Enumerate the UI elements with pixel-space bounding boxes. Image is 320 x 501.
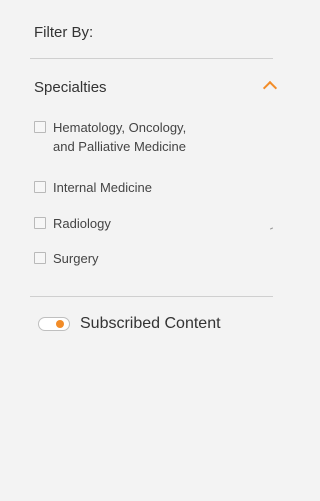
chevron-up-icon[interactable] bbox=[262, 80, 278, 96]
subscribed-content-label: Subscribed Content bbox=[80, 315, 221, 332]
specialties-list: Hematology, Oncology, and Palliative Med… bbox=[34, 118, 264, 269]
checkbox[interactable] bbox=[34, 121, 46, 133]
specialties-header[interactable]: Specialties bbox=[34, 79, 278, 99]
list-item[interactable]: Surgery bbox=[34, 249, 264, 269]
specialties-title: Specialties bbox=[34, 79, 107, 96]
toggle-knob bbox=[56, 320, 64, 328]
checkbox-label: Internal Medicine bbox=[53, 180, 152, 195]
checkbox[interactable] bbox=[34, 217, 46, 229]
divider bbox=[30, 296, 273, 297]
checkbox-label: Hematology, Oncology, and Palliative Med… bbox=[53, 120, 187, 154]
divider bbox=[30, 58, 273, 59]
checkbox[interactable] bbox=[34, 252, 46, 264]
toggle-switch[interactable] bbox=[38, 317, 70, 331]
filter-panel: Filter By: Specialties Hematology, Oncol… bbox=[18, 0, 278, 501]
checkbox-label: Surgery bbox=[53, 251, 99, 266]
checkbox[interactable] bbox=[34, 181, 46, 193]
list-item[interactable]: Internal Medicine bbox=[34, 178, 264, 198]
checkbox-label: Radiology bbox=[53, 216, 111, 231]
list-item[interactable]: Radiology bbox=[34, 214, 264, 234]
filter-by-heading: Filter By: bbox=[34, 24, 94, 41]
subscribed-content-toggle-row[interactable]: Subscribed Content bbox=[38, 312, 221, 336]
list-item[interactable]: Hematology, Oncology, and Palliative Med… bbox=[34, 118, 264, 164]
